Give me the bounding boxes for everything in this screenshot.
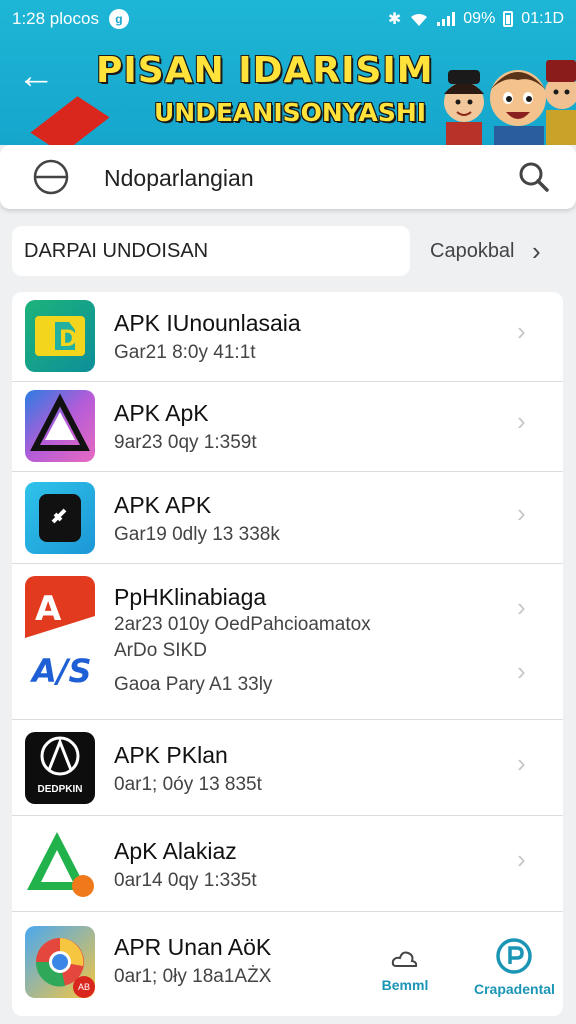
nav-label: Crapadental [474,981,555,997]
app-meta: Gar21 8:0y 41:1t [114,342,256,363]
app-meta: 2ar23 010y OedPahcioamatox [114,614,371,635]
circle-p-icon [496,938,532,974]
app-icon-chrome: AB [25,926,95,998]
app-name: APK APK [114,492,212,518]
cloud-icon [391,951,418,967]
status-clock-right: 01:1D [521,10,564,27]
app-name: APK ApK [114,400,209,426]
list-item[interactable]: APK ApK 9ar23 0qy 1:359t › [12,382,563,472]
back-arrow-icon[interactable]: ← [14,56,58,96]
app-icon-triangle [25,390,95,462]
list-item[interactable]: DEDPKIN APK PKlan 0ar1; 0óy 13 835t › [12,720,563,816]
svg-text:D: D [59,327,77,352]
list-item[interactable]: D APK IUnounlasaia Gar21 8:0y 41:1t › [12,292,563,382]
wifi-icon [411,13,428,26]
header-banner: 1:28 plocos g ✱ 09% 01:1D ← PISAN IDARIS… [0,0,576,145]
see-more-link[interactable]: Capokbal [430,240,515,263]
decorative-flag-icon [24,89,116,145]
app-meta-tertiary: Gaoa Pary A1 33ly [114,674,273,695]
app-icon-label: A/S [32,652,92,690]
nav-item-home[interactable]: Bemml [370,946,440,993]
search-bar[interactable]: Ndoparlangian [0,145,576,209]
svg-text:A: A [35,589,62,629]
app-list: D APK IUnounlasaia Gar21 8:0y 41:1t › AP… [12,292,563,1016]
chevron-right-icon[interactable]: › [517,656,526,687]
app-icon-folder: D [25,300,95,372]
chevron-right-icon[interactable]: › [517,844,526,875]
app-icon-badge: AB [73,976,95,998]
chevron-right-icon[interactable]: › [517,498,526,529]
app-meta-secondary: ArDo SIKD [114,640,207,661]
mascot-illustration [444,60,576,145]
app-meta: 0ar14 0qy 1:335t [114,870,257,891]
list-item[interactable]: A A/S PpHKlinabiaga 2ar23 010y OedPahcio… [12,564,563,720]
globe-icon[interactable] [32,158,70,196]
list-item[interactable]: APK APK Gar19 0dly 13 338k › [12,472,563,564]
app-meta: 0ar1; 0óy 13 835t [114,774,262,795]
app-meta: 9ar23 0qy 1:359t [114,432,257,453]
search-input[interactable]: Ndoparlangian [104,165,254,192]
app-icon-green-a [25,828,95,900]
banner-title: PISAN IDARISIM [96,50,434,91]
status-bar: 1:28 plocos g ✱ 09% 01:1D [0,0,576,38]
status-time: 1:28 plocos [12,9,99,28]
app-name: APK PKlan [114,742,228,768]
section-title: DARPAI UNDOISAN [12,226,410,276]
nav-label: Bemml [381,977,429,993]
section-title-text: DARPAI UNDOISAN [24,239,209,262]
app-name: PpHKlinabiaga [114,584,267,610]
battery-icon [503,11,514,27]
app-meta: 0ar1; 0ły 18a1AŻX [114,966,272,987]
bluetooth-icon: ✱ [387,11,402,28]
nav-item-download[interactable]: Crapadental [474,936,555,997]
app-name: ApK Alakiaz [114,838,237,864]
battery-percent: 09% [463,10,496,27]
chevron-right-icon[interactable]: › [532,236,541,267]
notification-icon: g [108,9,129,29]
app-icon-dedpkin: DEDPKIN [25,732,95,804]
chevron-right-icon[interactable]: › [517,316,526,347]
list-item[interactable]: ApK Alakiaz 0ar14 0qy 1:335t › [12,816,563,912]
app-icon-label: DEDPKIN [37,784,83,795]
app-name: APR Unan AöK [114,934,272,960]
chevron-right-icon[interactable]: › [517,592,526,623]
app-icon-device [25,482,95,554]
signal-icon [437,12,456,26]
app-meta: Gar19 0dly 13 338k [114,524,280,545]
chevron-right-icon[interactable]: › [517,748,526,779]
banner-subtitle: UNDEANISONYASHI [154,98,427,127]
search-icon[interactable] [516,159,552,195]
chevron-right-icon[interactable]: › [517,406,526,437]
app-name: APK IUnounlasaia [114,310,301,336]
